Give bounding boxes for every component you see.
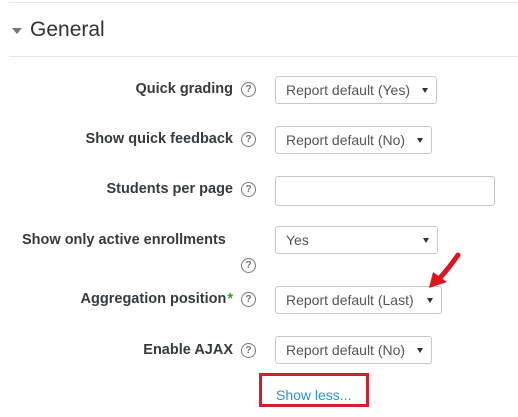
- show-quick-feedback-select[interactable]: Report default (No): [275, 126, 432, 154]
- students-per-page-input[interactable]: [275, 176, 495, 206]
- show-quick-feedback-value: Report default (No): [286, 132, 406, 148]
- quick-grading-label: Quick grading: [135, 81, 234, 97]
- dropdown-arrow-icon: [417, 347, 423, 353]
- aggregation-position-label: Aggregation position*: [81, 291, 233, 307]
- dropdown-arrow-icon: [427, 297, 433, 303]
- students-per-page-label: Students per page: [106, 181, 234, 197]
- dropdown-arrow-icon: [422, 87, 428, 93]
- help-icon[interactable]: ?: [241, 82, 256, 97]
- enable-ajax-value: Report default (No): [286, 342, 406, 358]
- caret-down-icon[interactable]: [12, 28, 22, 34]
- dropdown-arrow-icon: [417, 137, 423, 143]
- show-quick-feedback-label: Show quick feedback: [85, 131, 233, 147]
- help-icon[interactable]: ?: [241, 182, 256, 197]
- show-only-active-enrollments-value: Yes: [286, 232, 309, 248]
- quick-grading-value: Report default (Yes): [286, 82, 410, 98]
- quick-grading-select[interactable]: Report default (Yes): [275, 76, 437, 104]
- show-only-active-enrollments-label: Show only active enrollments: [22, 232, 226, 248]
- help-icon[interactable]: ?: [241, 258, 256, 273]
- help-icon[interactable]: ?: [241, 343, 256, 358]
- required-mark: *: [227, 291, 233, 307]
- aggregation-position-select[interactable]: Report default (Last): [275, 286, 442, 314]
- show-less-link[interactable]: Show less...: [276, 387, 351, 403]
- enable-ajax-label: Enable AJAX: [143, 342, 233, 358]
- top-divider: [9, 2, 518, 3]
- annotation-arrow-icon: [429, 252, 461, 288]
- section-title: General: [30, 18, 105, 41]
- show-only-active-enrollments-select[interactable]: Yes: [275, 226, 438, 254]
- help-icon[interactable]: ?: [241, 132, 256, 147]
- enable-ajax-select[interactable]: Report default (No): [275, 336, 432, 364]
- aggregation-position-label-text: Aggregation position: [80, 291, 227, 307]
- aggregation-position-value: Report default (Last): [286, 292, 414, 308]
- header-divider: [9, 56, 518, 57]
- dropdown-arrow-icon: [423, 237, 429, 243]
- section-header[interactable]: General: [12, 18, 105, 42]
- help-icon[interactable]: ?: [241, 292, 256, 307]
